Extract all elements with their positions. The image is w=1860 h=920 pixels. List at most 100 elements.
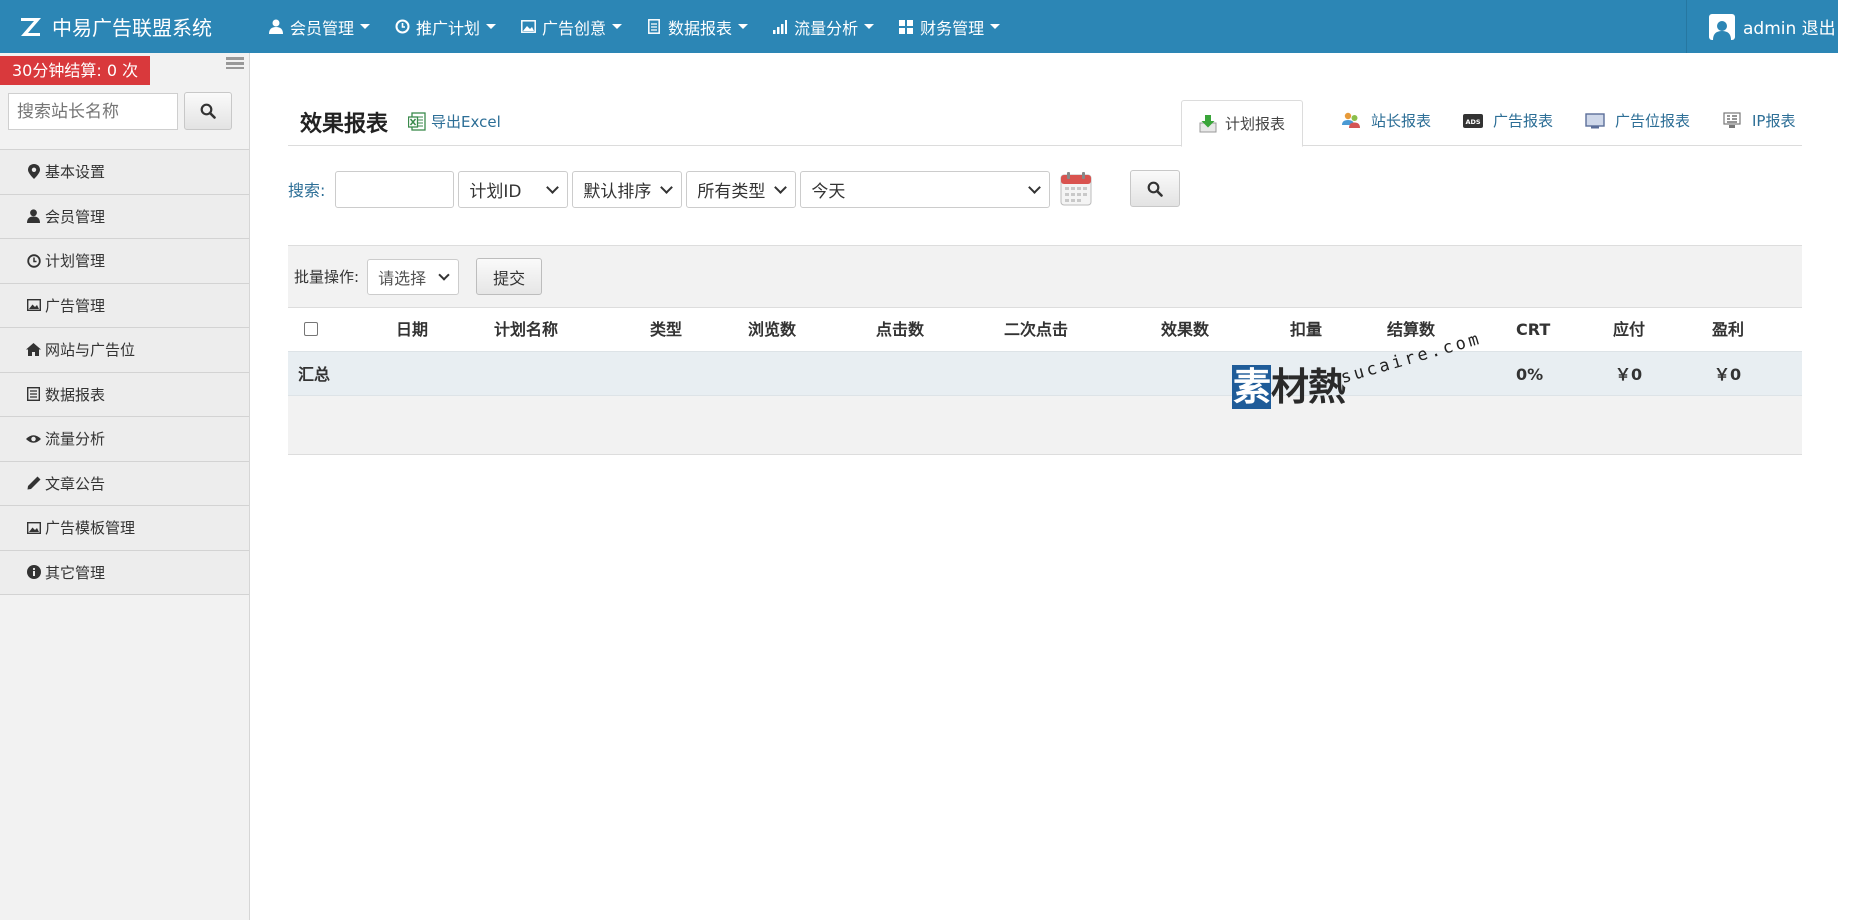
image-icon [26,520,41,535]
select-all-checkbox[interactable] [304,322,318,336]
sidebar-item-other[interactable]: 其它管理 [0,550,249,595]
select-value: 计划ID [469,181,522,202]
sidebar-item-articles[interactable]: 文章公告 [0,461,249,506]
image-icon [520,19,536,35]
nav-promotion-plan[interactable]: 推广计划 [394,15,497,39]
nav-label: 数据报表 [668,18,733,38]
download-icon [1199,114,1217,133]
pencil-icon [26,476,41,491]
filter-type-select[interactable]: 所有类型 [686,170,797,208]
sidebar-toggle-icon[interactable] [226,56,244,70]
sidebar-item-label: 基本设置 [45,163,106,182]
filter-sort-select[interactable]: 默认排序 [572,170,683,208]
select-value: 默认排序 [583,181,652,202]
monitor-icon [1585,112,1605,130]
search-icon [1147,181,1163,197]
nav-label: 流量分析 [794,18,859,38]
chevron-down-icon [438,268,450,281]
sidebar-item-label: 其它管理 [45,563,106,582]
sidebar-item-sites-adslots[interactable]: 网站与广告位 [0,328,249,373]
col-profit: 盈利 [1712,320,1745,339]
col-payable: 应付 [1613,320,1646,339]
tab-label: IP报表 [1752,112,1796,130]
calendar-icon[interactable] [1060,171,1092,207]
nav-ad-creative[interactable]: 广告创意 [520,15,623,39]
sidebar-item-ads[interactable]: 广告管理 [0,283,249,328]
table-header: 日期 计划名称 类型 浏览数 点击数 二次点击 效果数 扣量 结算数 CRT 应… [288,307,1802,351]
col-second-clicks: 二次点击 [1004,320,1069,339]
filter-keyword-input[interactable] [335,170,455,208]
tab-label: 计划报表 [1224,115,1285,133]
nav-member-management[interactable]: 会员管理 [268,15,371,39]
col-date: 日期 [396,320,429,339]
sidebar-item-plans[interactable]: 计划管理 [0,239,249,284]
clock-icon [26,253,41,268]
caret-down-icon [738,24,749,29]
summary-payable: ￥0 [1615,365,1643,384]
sidebar-search-button[interactable] [184,92,232,130]
eye-icon [26,431,41,446]
batch-action-select[interactable]: 请选择 [367,258,460,295]
caret-down-icon [864,24,875,29]
clock-icon [394,19,410,35]
col-clicks: 点击数 [876,320,925,339]
excel-icon [407,111,426,132]
col-crt: CRT [1516,320,1551,339]
chevron-down-icon [774,180,788,194]
caret-down-icon [612,24,623,29]
main-nav: 会员管理 推广计划 广告创意 数据报表 流量分析 财务管理 [268,0,1024,53]
user-icon [268,19,284,35]
top-navbar: 中易广告联盟系统 会员管理 推广计划 广告创意 数据报表 流量分析 财务管理 a… [0,0,1838,53]
user-icon [26,209,41,224]
sidebar: 30分钟结算: 0 次 基本设置 会员管理 计划管理 广告管理 网站与广告位 [0,53,250,920]
tab-adslot-report[interactable]: 广告位报表 [1585,110,1690,131]
sidebar-item-label: 广告管理 [45,296,106,315]
document-icon [646,19,662,35]
info-icon [26,565,41,580]
nav-traffic-analysis[interactable]: 流量分析 [772,15,875,39]
sidebar-item-data-reports[interactable]: 数据报表 [0,372,249,417]
sidebar-item-basic-settings[interactable]: 基本设置 [0,150,249,195]
sidebar-item-label: 广告模板管理 [45,519,136,538]
user-logout[interactable]: admin 退出 [1686,0,1838,53]
filter-search-button[interactable] [1130,170,1180,207]
app-title: 中易广告联盟系统 [52,16,212,40]
tab-ip-report[interactable]: IP报表 [1722,110,1795,131]
chevron-down-icon [660,180,674,194]
tab-label: 广告报表 [1493,112,1554,130]
batch-submit-button[interactable]: 提交 [476,258,543,295]
brand[interactable]: 中易广告联盟系统 [18,0,212,53]
caret-down-icon [486,24,497,29]
nav-label: 财务管理 [920,18,985,38]
select-value: 所有类型 [697,181,766,202]
chevron-down-icon [546,180,560,194]
nav-data-reports[interactable]: 数据报表 [646,15,749,39]
caret-down-icon [990,24,1001,29]
col-conversions: 效果数 [1161,320,1210,339]
users-icon [1341,112,1361,130]
table-empty-row [288,396,1802,455]
tab-webmaster-report[interactable]: 站长报表 [1341,110,1431,131]
tab-ad-report[interactable]: ADS 广告报表 [1463,110,1553,131]
svg-text:ADS: ADS [1465,118,1480,126]
filter-field-select[interactable]: 计划ID [458,170,569,208]
tab-label: 广告位报表 [1615,112,1691,130]
brand-logo-icon [18,14,44,40]
batch-operation-bar: 批量操作: 请选择 提交 [288,245,1802,307]
nav-finance-management[interactable]: 财务管理 [898,15,1001,39]
sidebar-item-ad-templates[interactable]: 广告模板管理 [0,506,249,551]
filter-date-select[interactable]: 今天 [800,170,1051,208]
sidebar-item-label: 文章公告 [45,474,106,493]
select-value: 今天 [811,181,846,202]
avatar-icon [1709,13,1735,40]
page-title: 效果报表 [300,112,389,137]
sidebar-item-traffic-analysis[interactable]: 流量分析 [0,417,249,462]
webmaster-search-input[interactable] [8,93,178,130]
tab-plan-report[interactable]: 计划报表 [1181,100,1303,147]
list-icon [26,387,41,402]
sidebar-item-members[interactable]: 会员管理 [0,194,249,239]
signal-icon [772,19,788,35]
export-excel-link[interactable]: 导出Excel [407,111,501,132]
search-icon [200,103,216,119]
sidebar-item-label: 会员管理 [45,207,106,226]
